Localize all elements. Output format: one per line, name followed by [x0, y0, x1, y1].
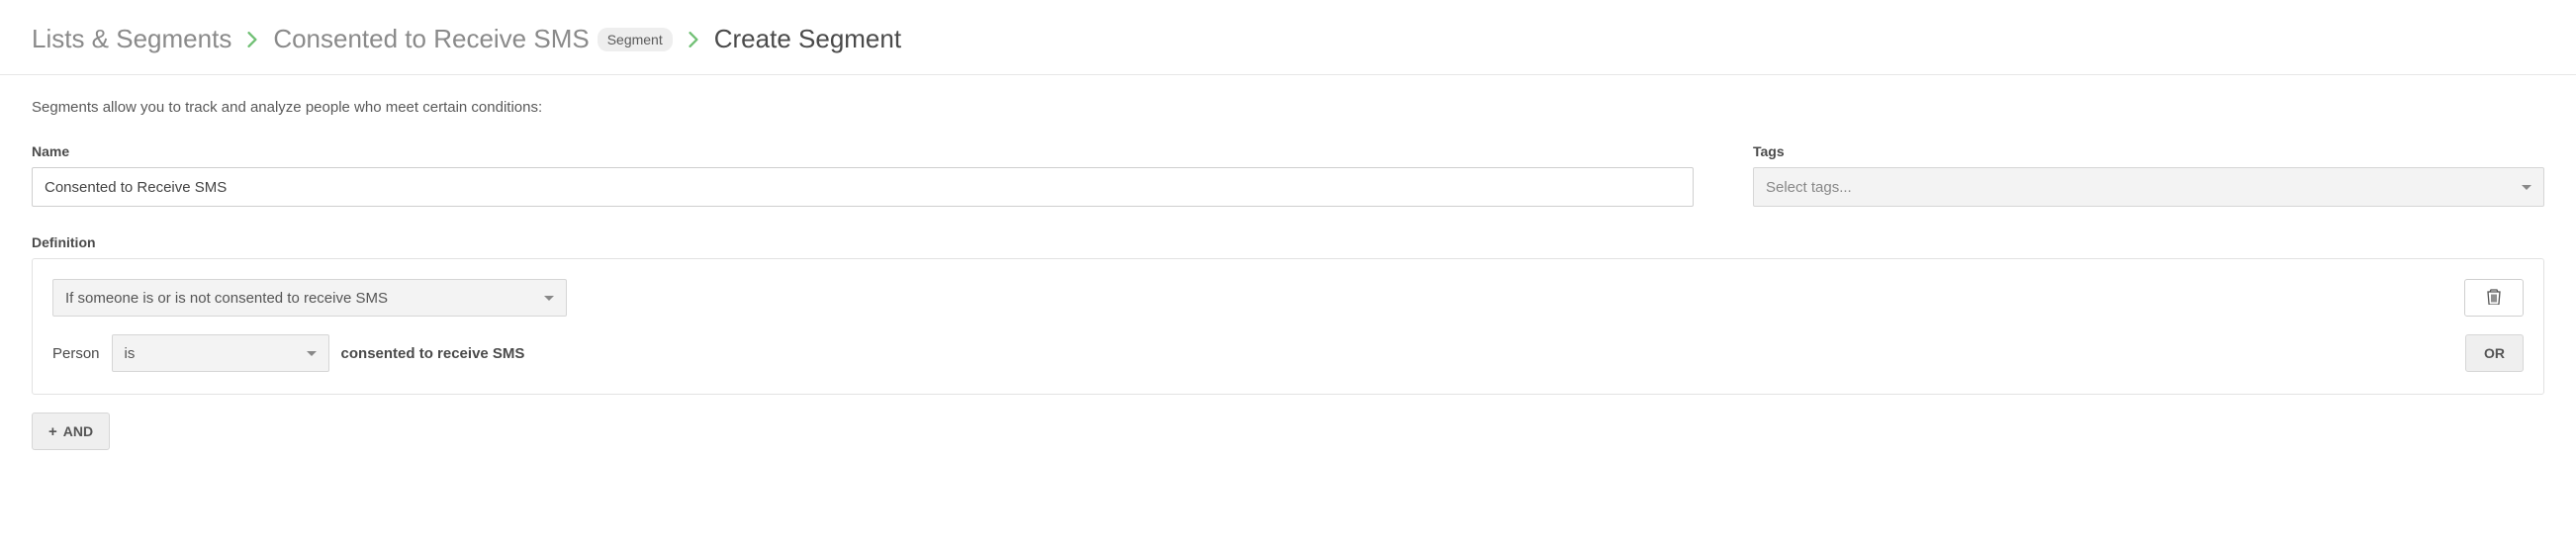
chevron-right-icon — [689, 32, 698, 47]
operator-select[interactable]: is — [112, 334, 329, 372]
segment-badge: Segment — [598, 28, 673, 51]
plus-icon: + — [48, 424, 57, 439]
tags-select[interactable]: Select tags... — [1753, 167, 2544, 207]
condition-suffix: consented to receive SMS — [341, 345, 525, 362]
person-label: Person — [52, 345, 100, 362]
and-button-label: AND — [63, 423, 93, 439]
definition-label: Definition — [32, 234, 2544, 250]
tags-label: Tags — [1753, 143, 2544, 159]
breadcrumb-segment-link[interactable]: Consented to Receive SMS Segment — [273, 24, 672, 54]
trash-icon — [2487, 289, 2501, 308]
caret-down-icon — [544, 296, 554, 301]
chevron-right-icon — [247, 32, 257, 47]
intro-text: Segments allow you to track and analyze … — [32, 99, 2544, 116]
caret-down-icon — [307, 351, 317, 356]
operator-value: is — [125, 345, 136, 362]
delete-condition-button[interactable] — [2464, 279, 2524, 317]
condition-type-value: If someone is or is not consented to rec… — [65, 290, 388, 307]
name-label: Name — [32, 143, 1694, 159]
breadcrumb: Lists & Segments Consented to Receive SM… — [0, 0, 2576, 75]
condition-type-select[interactable]: If someone is or is not consented to rec… — [52, 279, 567, 317]
definition-box: If someone is or is not consented to rec… — [32, 258, 2544, 395]
breadcrumb-root-link[interactable]: Lists & Segments — [32, 24, 231, 54]
name-input[interactable] — [32, 167, 1694, 207]
tags-placeholder: Select tags... — [1766, 179, 1852, 196]
or-button[interactable]: OR — [2465, 334, 2524, 372]
breadcrumb-current: Create Segment — [714, 24, 901, 54]
caret-down-icon — [2522, 185, 2531, 190]
breadcrumb-segment-name: Consented to Receive SMS — [273, 24, 589, 54]
and-button[interactable]: + AND — [32, 412, 110, 450]
